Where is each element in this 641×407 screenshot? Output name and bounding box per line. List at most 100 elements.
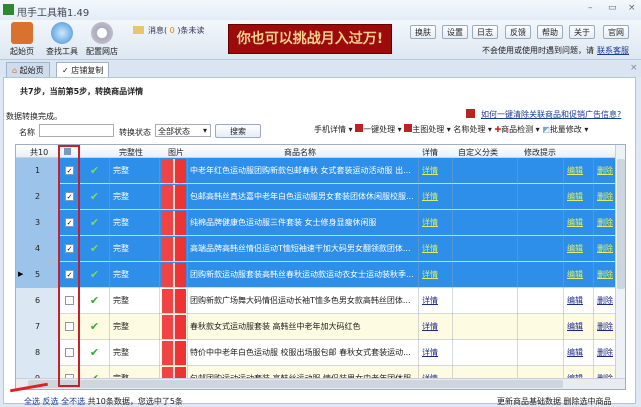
product-thumbnail <box>162 211 186 235</box>
update-data-button[interactable]: 更新商品基础数据 <box>497 397 561 406</box>
product-image <box>160 210 188 236</box>
complete-check-icon: ✔ <box>80 314 110 340</box>
promo-banner[interactable]: 你也可以挑战月入过万! <box>228 24 392 54</box>
close-button[interactable]: × <box>628 3 636 13</box>
row-number-text: 5 <box>34 270 41 279</box>
table-row[interactable]: 4 ✓ ✔ 完整 高端品牌高韩丝情侣运动T恤短袖速干加大码男女翻领款团体... … <box>16 236 616 262</box>
vertical-scrollbar[interactable] <box>615 145 625 379</box>
tab-shop-copy[interactable]: ✓ 店铺复制 <box>56 62 110 77</box>
product-thumbnail <box>162 341 186 365</box>
minimize-button[interactable]: – <box>588 3 593 13</box>
custom-category <box>453 184 518 210</box>
name-process-menu[interactable]: 名称处理 <box>453 125 485 134</box>
close-tab-icon[interactable]: × <box>630 63 638 73</box>
edit-link[interactable]: 编辑 <box>564 262 594 288</box>
about-button[interactable]: 关于 <box>569 25 595 39</box>
table-row[interactable]: 7 ✔ 完整 春秋款女式运动服套装 高韩丝中老年加大码红色 详情 编辑 删除 <box>16 314 616 340</box>
detail-link[interactable]: 详情 <box>419 236 453 262</box>
gear-icon <box>91 22 113 44</box>
delete-link[interactable]: 删除 <box>594 184 616 210</box>
convert-status-select[interactable]: 全部状态 ▾ <box>155 124 211 137</box>
convert-status-label: 转换状态 <box>119 128 151 137</box>
product-image <box>160 236 188 262</box>
log-button[interactable]: 日志 <box>472 25 498 39</box>
complete-check-icon: ✔ <box>80 288 110 314</box>
invert-selection-link[interactable]: 反选 <box>43 397 59 406</box>
name-input[interactable] <box>39 124 114 137</box>
scroll-thumb[interactable] <box>28 380 563 388</box>
complete-status: 完整 <box>110 340 160 366</box>
find-tool-label: 查找工具 <box>46 47 78 56</box>
table-row[interactable]: 2 ✓ ✔ 完整 包邮高韩丝真达嘉中老年白色运动服男女套装团体休闲服校服... … <box>16 184 616 210</box>
detail-link[interactable]: 详情 <box>419 262 453 288</box>
delete-link[interactable]: 删除 <box>594 262 616 288</box>
footer: 全选 反选 全不选 共10条数据，您选中了5条 <box>24 396 183 407</box>
complete-status: 完整 <box>110 288 160 314</box>
edit-link[interactable]: 编辑 <box>564 158 594 184</box>
help-button[interactable]: 帮助 <box>537 25 563 39</box>
edit-link[interactable]: 编辑 <box>564 210 594 236</box>
action-bar: 手机详情 ▾ 一键处理 ▾ 主图处理 ▾ 名称处理 ▾ ✚商品检测 ▾ ◩批量修… <box>314 124 589 134</box>
find-tool-button[interactable]: 查找工具 <box>42 22 82 57</box>
detail-link[interactable]: 详情 <box>419 288 453 314</box>
product-thumbnail <box>162 289 186 313</box>
delete-link[interactable]: 删除 <box>594 340 616 366</box>
tab-home[interactable]: ⌂ 起始页 <box>6 62 50 77</box>
table-row[interactable]: 1 ✓ ✔ 完整 中老年红色运动服团购新款包邮春秋 女式套装运动活动服 出...… <box>16 158 616 184</box>
config-shop-button[interactable]: 配置网店 <box>82 22 122 57</box>
select-none-link[interactable]: 全不选 <box>61 397 85 406</box>
edit-hint <box>518 236 564 262</box>
table-row[interactable]: 6 ✔ 完整 团购新款广场舞大码情侣运动长袖T恤多色男女款高韩丝团体... 详情… <box>16 288 616 314</box>
delete-link[interactable]: 删除 <box>594 314 616 340</box>
row-number-text: 2 <box>34 192 41 201</box>
product-check-menu[interactable]: 商品检测 <box>501 125 533 134</box>
detail-link[interactable]: 详情 <box>419 158 453 184</box>
product-thumbnail <box>162 315 186 339</box>
delete-selected-button[interactable]: 删除选中商品 <box>564 397 612 406</box>
delete-link[interactable]: 删除 <box>594 288 616 314</box>
detail-link[interactable]: 详情 <box>419 184 453 210</box>
edit-link[interactable]: 编辑 <box>564 314 594 340</box>
delete-link[interactable]: 删除 <box>594 210 616 236</box>
detail-link[interactable]: 详情 <box>419 210 453 236</box>
product-image <box>160 288 188 314</box>
main-image-menu[interactable]: 主图处理 <box>412 125 444 134</box>
msg-count: 0 <box>169 26 175 35</box>
scroll-thumb[interactable] <box>617 159 625 289</box>
skin-button[interactable]: 换肤 <box>410 25 436 39</box>
message-count[interactable]: 消息( 0 )条未读 <box>148 25 204 36</box>
table-row[interactable]: 8 ✔ 完整 特价中中老年白色运动服 校服出场服包邮 春秋女式套装运动... 详… <box>16 340 616 366</box>
edit-link[interactable]: 编辑 <box>564 288 594 314</box>
product-table: 共10 完整性 图片 商品名称 详情 自定义分类 修改提示 1 ✓ ✔ 完整 中… <box>15 144 626 390</box>
home-label: 起始页 <box>10 47 34 56</box>
contact-support-link[interactable]: 联系客服 <box>597 45 629 56</box>
detail-link[interactable]: 详情 <box>419 314 453 340</box>
search-button[interactable]: 搜索 <box>215 124 261 138</box>
feedback-button[interactable]: 反馈 <box>505 25 531 39</box>
horizontal-scrollbar[interactable] <box>16 378 625 389</box>
footer-actions: 更新商品基础数据 删除选中商品 <box>497 396 612 407</box>
table-row[interactable]: 5 ✓ ✔ 完整 团购新款运动服套装高韩丝春秋运动款运动衣女士运动装秋季... … <box>16 262 616 288</box>
settings-button[interactable]: 设置 <box>442 25 468 39</box>
product-image <box>160 314 188 340</box>
batch-edit-menu[interactable]: 批量修改 <box>550 125 582 134</box>
config-shop-label: 配置网店 <box>86 47 118 56</box>
product-name: 包邮高韩丝真达嘉中老年白色运动服男女套装团体休闲服校服... <box>188 184 419 210</box>
ad-removal-link[interactable]: 如何一键清除关联商品和促销广告信息? <box>481 109 621 120</box>
detail-link[interactable]: 详情 <box>419 340 453 366</box>
checkbox-column-highlight <box>58 145 80 387</box>
website-button[interactable]: 官网 <box>603 25 629 39</box>
edit-link[interactable]: 编辑 <box>564 236 594 262</box>
delete-link[interactable]: 删除 <box>594 158 616 184</box>
table-row[interactable]: 3 ✓ ✔ 完整 纯棉品牌健康色运动服三件套装 女士修身显瘦休闲服 详情 编辑 … <box>16 210 616 236</box>
maximize-button[interactable]: ▭ <box>608 3 617 13</box>
select-all-link[interactable]: 全选 <box>24 397 40 406</box>
edit-link[interactable]: 编辑 <box>564 340 594 366</box>
edit-link[interactable]: 编辑 <box>564 184 594 210</box>
header-complete: 完整性 <box>119 148 143 157</box>
delete-link[interactable]: 删除 <box>594 236 616 262</box>
home-button[interactable]: 起始页 <box>2 22 42 57</box>
product-image <box>160 158 188 184</box>
one-click-menu[interactable]: 一键处理 <box>363 125 395 134</box>
mobile-detail-menu[interactable]: 手机详情 <box>314 125 346 134</box>
